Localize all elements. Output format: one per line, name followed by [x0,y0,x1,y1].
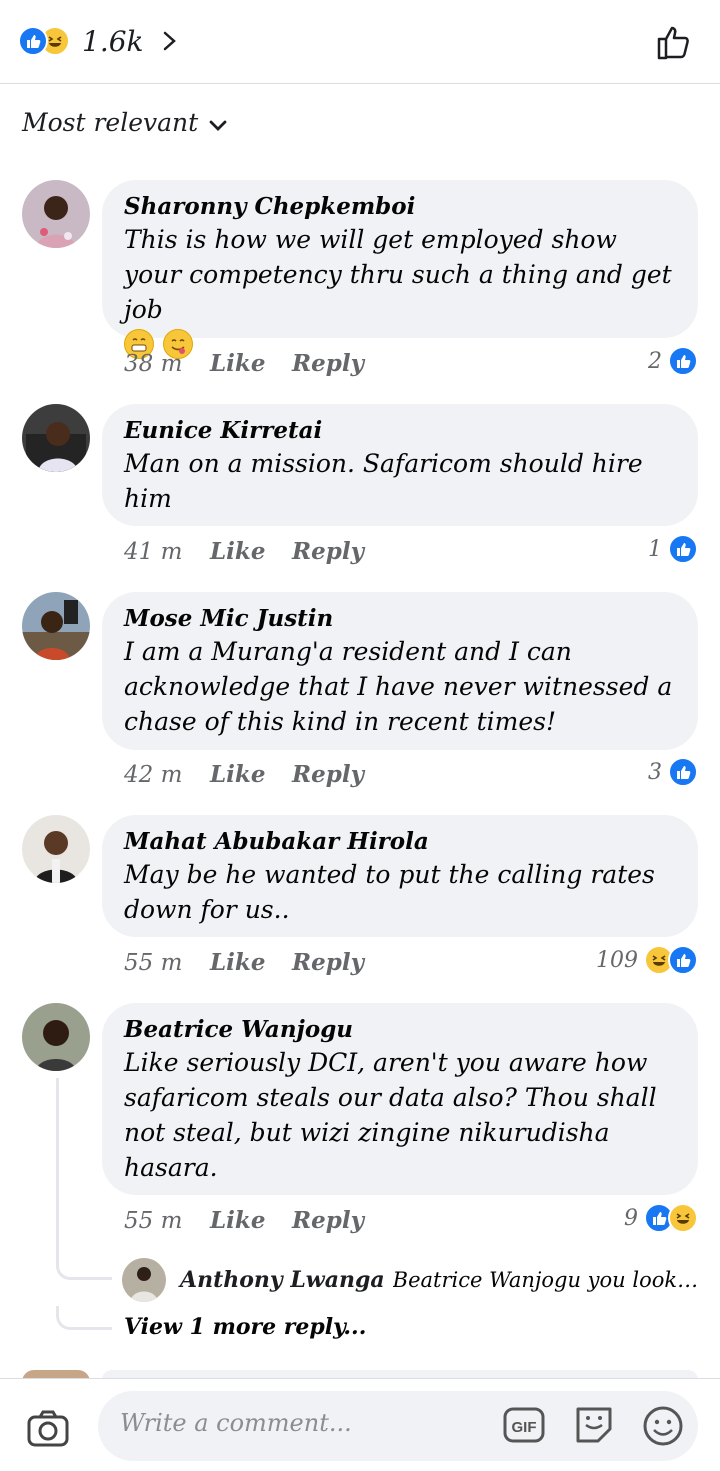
comment-reactions[interactable]: 1 [648,534,698,564]
comment-time: 55 m [124,949,183,976]
comment-actions: 41 m Like Reply [124,538,364,565]
reply-button[interactable]: Reply [292,1207,364,1234]
comment-author[interactable]: Beatrice Wanjogu [124,1015,676,1045]
comment-actions: 42 m Like Reply [124,761,364,788]
avatar[interactable] [22,1003,90,1071]
haha-icon [668,1203,698,1233]
like-button[interactable]: Like [210,1207,292,1234]
comment-reactions[interactable]: 9 [624,1203,698,1233]
sort-dropdown[interactable]: Most relevant [22,108,228,137]
reply-preview[interactable]: Anthony Lwanga Beatrice Wanjogu you look… [122,1258,702,1302]
comment-text: May be he wanted to put the calling rate… [124,860,655,924]
camera-icon[interactable] [26,1409,70,1449]
reaction-count: 109 [596,947,638,973]
comment-author[interactable]: Mahat Abubakar Hirola [124,827,676,857]
comment-actions: 38 m Like Reply [124,350,364,377]
avatar[interactable] [22,180,90,248]
chevron-right-icon [158,30,180,52]
reaction-count: 1.6k [82,24,144,58]
comment-bubble[interactable]: Sharonny Chepkemboi This is how we will … [102,180,698,359]
sticker-icon[interactable] [572,1403,616,1447]
view-more-replies-link[interactable]: View 1 more reply... [124,1314,366,1340]
reply-button[interactable]: Reply [292,538,364,565]
comment-bubble[interactable]: Mahat Abubakar Hirola May be he wanted t… [102,815,698,937]
like-icon [668,945,698,975]
reaction-count: 2 [648,348,662,374]
like-icon [668,346,698,376]
thread-line [56,1078,116,1263]
reaction-count: 9 [624,1205,638,1231]
chevron-down-icon [208,113,228,133]
comment-text: Like seriously DCI, aren't you aware how… [124,1048,657,1182]
reply-button[interactable]: Reply [292,761,364,788]
comment-reactions[interactable]: 3 [648,757,698,787]
comment-text: Man on a mission. Safaricom should hire … [124,449,643,513]
comment-reactions[interactable]: 2 [648,346,698,376]
thread-connector [56,1306,112,1330]
like-button[interactable]: Like [210,761,292,788]
comment-input[interactable]: Write a comment... GIF [98,1391,698,1461]
avatar[interactable] [22,404,90,472]
like-button[interactable]: Like [210,538,292,565]
comment-time: 38 m [124,350,183,377]
comment-actions: 55 m Like Reply [124,949,364,976]
comment-bubble[interactable]: Mose Mic Justin I am a Murang'a resident… [102,592,698,750]
avatar[interactable] [22,592,90,660]
comment-author[interactable]: Eunice Kirretai [124,416,676,446]
comment-time: 41 m [124,538,183,565]
comment-time: 55 m [124,1207,183,1234]
avatar[interactable] [122,1258,166,1302]
comment-placeholder: Write a comment... [120,1409,352,1437]
comment-reactions[interactable]: 109 [596,945,698,975]
comment-bubble[interactable]: Beatrice Wanjogu Like seriously DCI, are… [102,1003,698,1195]
thread-connector [56,1260,112,1280]
comment-author[interactable]: Mose Mic Justin [124,604,676,634]
svg-text:GIF: GIF [512,1419,537,1436]
comment-bubble[interactable]: Eunice Kirretai Man on a mission. Safari… [102,404,698,526]
comment-author[interactable]: Sharonny Chepkemboi [124,192,676,222]
comment-actions: 55 m Like Reply [124,1207,364,1234]
comment-time: 42 m [124,761,183,788]
comment-composer-bar: Write a comment... GIF [0,1378,720,1471]
sort-label: Most relevant [22,108,199,137]
reaction-count: 1 [648,536,662,562]
reply-author[interactable]: Anthony Lwanga [180,1267,385,1293]
reactions-header: 1.6k [0,0,720,84]
reaction-count: 3 [648,759,662,785]
comment-text: This is how we will get employed show yo… [124,225,672,324]
reply-text: Beatrice Wanjogu you look sus... [392,1268,702,1292]
gif-icon[interactable]: GIF [502,1405,546,1445]
emoji-icon[interactable] [642,1405,684,1447]
comment-text: I am a Murang'a resident and I can ackno… [124,637,673,736]
like-button[interactable]: Like [210,350,292,377]
reactions-summary[interactable]: 1.6k [18,24,180,58]
like-icon [18,26,48,56]
like-button[interactable]: Like [210,949,292,976]
reply-button[interactable]: Reply [292,949,364,976]
like-icon [668,757,698,787]
like-icon [668,534,698,564]
avatar[interactable] [22,815,90,883]
like-post-button[interactable] [654,22,694,62]
reply-button[interactable]: Reply [292,350,364,377]
